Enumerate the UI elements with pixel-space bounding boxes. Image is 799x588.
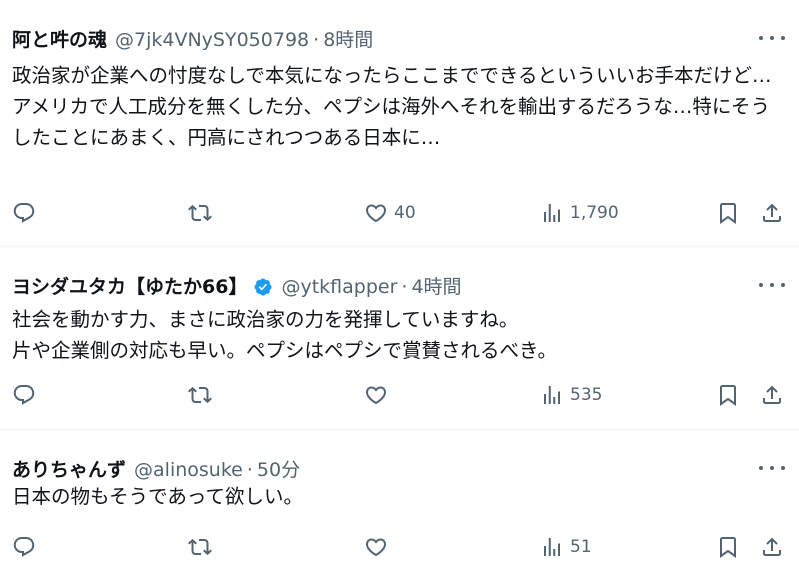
bookmark-icon	[720, 537, 736, 558]
display-name[interactable]: 阿と吽の魂	[12, 28, 107, 52]
like-icon	[365, 386, 387, 405]
views-button[interactable]: 535	[540, 380, 602, 410]
share-icon	[763, 203, 781, 222]
retweet-button[interactable]	[188, 532, 218, 562]
reply-icon	[13, 537, 35, 557]
bookmark-button[interactable]	[716, 380, 740, 410]
tweet-header: ありちゃんず @alinosuke · 50分	[12, 458, 300, 482]
views-icon	[544, 386, 560, 404]
retweet-button[interactable]	[188, 198, 218, 228]
views-button[interactable]: 1,790	[540, 198, 619, 228]
bookmark-icon	[720, 385, 736, 406]
more-icon[interactable]	[759, 275, 785, 295]
timestamp[interactable]: 4時間	[411, 275, 461, 299]
separator: ·	[313, 29, 320, 51]
tweet-header: ヨシダユタカ【ゆたか66】 @ytkflapper · 4時間	[12, 275, 462, 299]
retweet-icon	[188, 386, 212, 404]
like-count: 40	[394, 203, 416, 223]
share-button[interactable]	[760, 532, 784, 562]
bookmark-button[interactable]	[716, 198, 740, 228]
view-count: 1,790	[570, 203, 619, 223]
bookmark-icon	[720, 203, 736, 224]
retweet-button[interactable]	[188, 380, 218, 410]
tweet[interactable]: ありちゃんず @alinosuke · 50分 日本の物もそうであって欲しい。 …	[0, 430, 799, 588]
retweet-icon	[188, 204, 212, 222]
tweet[interactable]: 阿と吽の魂 @7jk4VNySY050798 · 8時間 政治家が企業への忖度な…	[0, 0, 799, 247]
tweet-actions: 535	[0, 380, 799, 410]
views-icon	[544, 538, 560, 556]
tweet-text: 政治家が企業への忖度なしで本気になったらここまでできるといういいお手本だけど… …	[12, 64, 772, 149]
view-count: 51	[570, 537, 592, 557]
like-icon	[365, 538, 387, 557]
reply-button[interactable]	[12, 198, 42, 228]
like-button[interactable]	[364, 380, 394, 410]
tweet-header: 阿と吽の魂 @7jk4VNySY050798 · 8時間	[12, 28, 373, 52]
views-icon	[544, 204, 560, 222]
separator: ·	[246, 459, 253, 481]
tweet[interactable]: ヨシダユタカ【ゆたか66】 @ytkflapper · 4時間 社会を動かす力、…	[0, 247, 799, 430]
reply-icon	[13, 203, 35, 223]
verified-badge-icon	[254, 278, 272, 296]
tweet-actions: 40 1,790	[0, 198, 799, 228]
timestamp[interactable]: 50分	[257, 458, 300, 482]
views-button[interactable]: 51	[540, 532, 592, 562]
separator: ·	[401, 276, 408, 298]
like-icon	[365, 204, 387, 223]
share-button[interactable]	[760, 380, 784, 410]
retweet-icon	[188, 538, 212, 556]
share-button[interactable]	[760, 198, 784, 228]
like-button[interactable]: 40	[364, 198, 416, 228]
display-name[interactable]: ありちゃんず	[12, 458, 126, 482]
view-count: 535	[570, 385, 603, 405]
reply-button[interactable]	[12, 532, 42, 562]
user-handle[interactable]: @ytkflapper	[281, 275, 397, 299]
bookmark-button[interactable]	[716, 532, 740, 562]
tweet-text: 日本の物もそうであって欲しい。	[12, 485, 303, 508]
user-handle[interactable]: @alinosuke	[134, 458, 243, 482]
reply-icon	[13, 385, 35, 405]
user-handle[interactable]: @7jk4VNySY050798	[115, 28, 309, 52]
display-name[interactable]: ヨシダユタカ【ゆたか66】	[12, 275, 247, 299]
tweet-actions: 51	[0, 532, 799, 562]
share-icon	[763, 537, 781, 556]
more-icon[interactable]	[759, 458, 785, 478]
like-button[interactable]	[364, 532, 394, 562]
more-icon[interactable]	[759, 28, 785, 48]
share-icon	[763, 385, 781, 404]
reply-button[interactable]	[12, 380, 42, 410]
timestamp[interactable]: 8時間	[323, 28, 373, 52]
tweet-text: 社会を動かす力、まさに政治家の力を発揮していますね。 片や企業側の対応も早い。ペ…	[12, 308, 558, 362]
